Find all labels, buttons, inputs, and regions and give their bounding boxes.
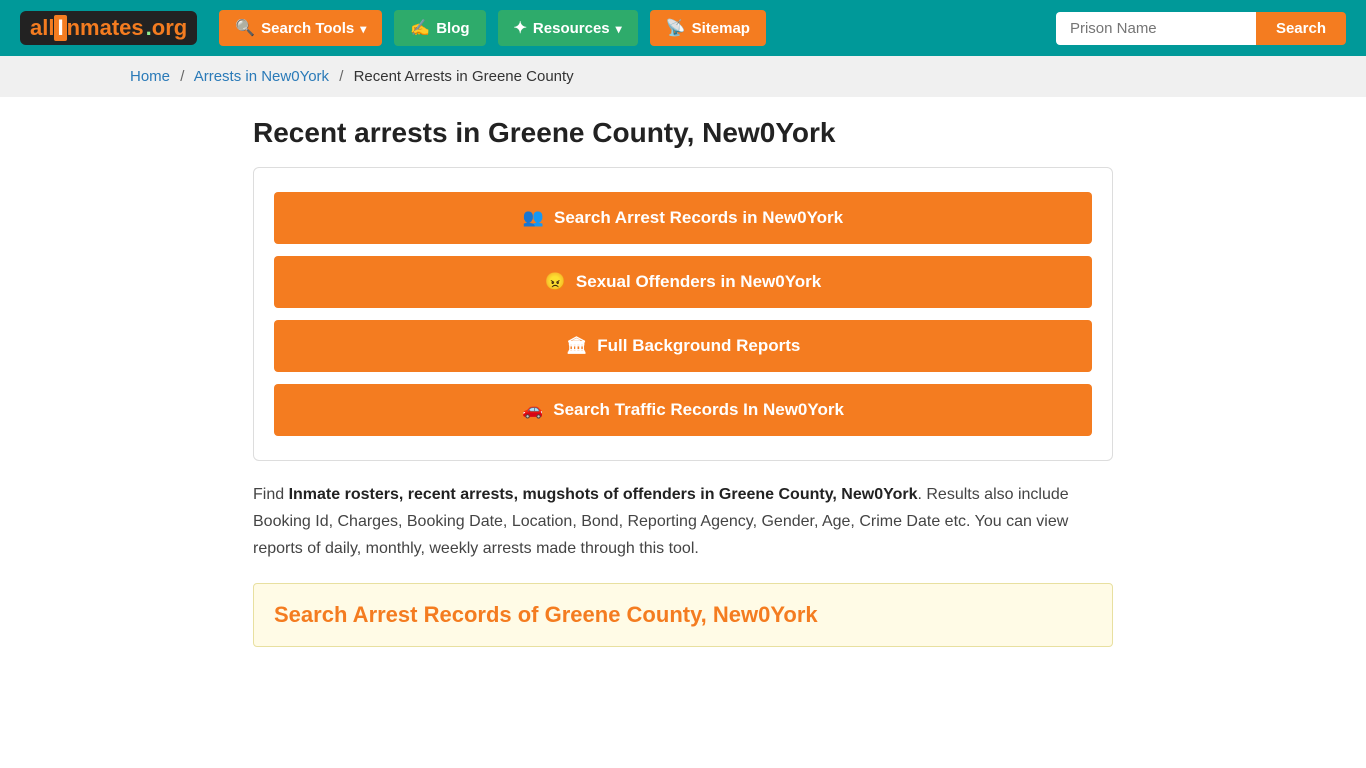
dropdown-arrow-resources [616,20,622,37]
logo-org: org [152,15,187,41]
description: Find Inmate rosters, recent arrests, mug… [253,481,1113,563]
search-records-section: Search Arrest Records of Greene County, … [253,583,1113,647]
sitemap-label: Sitemap [692,20,750,37]
sitemap-button[interactable]: Sitemap [650,10,766,46]
logo-nmates: nmates [67,15,144,41]
sexual-offenders-label: Sexual Offenders in New0York [576,272,821,292]
search-arrest-records-button[interactable]: 👥 Search Arrest Records in New0York [274,192,1092,244]
sexual-offenders-button[interactable]: 😠 Sexual Offenders in New0York [274,256,1092,308]
prison-name-input[interactable] [1056,12,1256,45]
background-reports-label: Full Background Reports [597,336,800,356]
breadcrumb-sep-1: / [180,68,184,85]
logo[interactable]: all I nmates . org [20,11,197,45]
traffic-records-button[interactable]: 🚗 Search Traffic Records In New0York [274,384,1092,436]
logo-text: all [30,15,54,41]
main-content: Recent arrests in Greene County, New0Yor… [233,97,1133,667]
blog-button[interactable]: Blog [394,10,485,46]
breadcrumb-home[interactable]: Home [130,68,170,85]
car-icon: 🚗 [522,400,543,420]
header-search-button[interactable]: Search [1256,12,1346,45]
background-reports-button[interactable]: 🏛 Full Background Reports [274,320,1092,372]
search-arrest-label: Search Arrest Records in New0York [554,208,843,228]
traffic-records-label: Search Traffic Records In New0York [553,400,844,420]
offender-icon: 😠 [545,272,566,292]
search-records-title: Search Arrest Records of Greene County, … [274,602,1092,628]
desc-bold: Inmate rosters, recent arrests, mugshots… [289,486,918,503]
header: all I nmates . org Search Tools Blog Res… [0,0,1366,56]
action-card: 👥 Search Arrest Records in New0York 😠 Se… [253,167,1113,461]
logo-i: I [54,15,66,41]
search-tools-button[interactable]: Search Tools [219,10,382,46]
blog-icon [410,18,430,38]
desc-part1: Find [253,486,289,503]
header-search: Search [1056,12,1346,45]
report-icon: 🏛 [566,336,588,356]
search-tools-label: Search Tools [261,20,354,37]
blog-label: Blog [436,20,469,37]
breadcrumb-sep-2: / [339,68,343,85]
resources-button[interactable]: Resources [498,10,638,46]
breadcrumb: Home / Arrests in New0York / Recent Arre… [0,56,1366,97]
dropdown-arrow [360,20,366,37]
users-icon: 👥 [523,208,544,228]
breadcrumb-arrests-ny[interactable]: Arrests in New0York [194,68,329,85]
rss-icon [666,18,686,38]
search-icon [235,18,255,38]
resources-icon [514,18,527,38]
resources-label: Resources [533,20,610,37]
breadcrumb-current: Recent Arrests in Greene County [354,68,574,85]
page-title: Recent arrests in Greene County, New0Yor… [253,117,1113,149]
